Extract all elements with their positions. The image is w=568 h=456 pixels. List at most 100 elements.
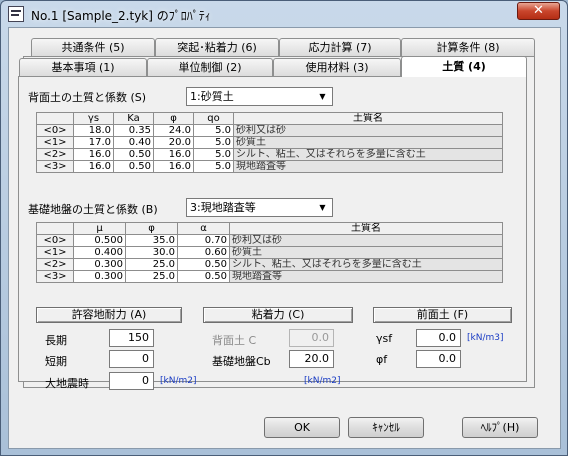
foundation-adhesion-input[interactable]: 20.0 [289, 350, 334, 368]
table-cell[interactable]: 5.0 [193, 136, 234, 149]
tab-common-conditions[interactable]: 共通条件 (5) [31, 38, 155, 56]
tab-calculation-conditions[interactable]: 計算条件 (8) [401, 38, 535, 56]
table-cell[interactable]: 16.0 [153, 148, 194, 161]
document-icon [8, 6, 24, 22]
table-cell[interactable]: 0.50 [113, 148, 154, 161]
table-cell[interactable]: 0.70 [177, 234, 230, 247]
table-cell[interactable]: 20.0 [153, 136, 194, 149]
chevron-down-icon: ▼ [319, 203, 326, 212]
help-button[interactable]: ﾍﾙﾌﾟ(H) [462, 417, 538, 438]
table-cell[interactable]: 5.0 [193, 124, 234, 137]
foundation-adhesion-label: 基礎地盤Cb [212, 355, 271, 368]
column-header: φ [125, 222, 178, 235]
soil-name-cell[interactable]: 砂質土 [233, 136, 503, 149]
properties-window: No.1 [Sample_2.tyk] のﾌﾟﾛﾊﾟﾃｨ ✕ 共通条件 (5) … [0, 0, 568, 456]
table-cell[interactable]: 16.0 [73, 160, 114, 173]
column-header: μ [73, 222, 126, 235]
front-soil-gamma-input[interactable]: 0.0 [416, 329, 461, 347]
row-header[interactable]: <2> [36, 258, 74, 271]
table-cell[interactable]: 0.500 [73, 234, 126, 247]
short-term-label: 短期 [45, 355, 67, 368]
table-cell[interactable]: 0.400 [73, 246, 126, 259]
soil-name-cell[interactable]: 砂質土 [229, 246, 503, 259]
row-header[interactable]: <1> [36, 136, 74, 149]
back-adhesion-label: 背面土 C [212, 334, 257, 347]
table-cell[interactable]: 16.0 [73, 148, 114, 161]
major-earthquake-input[interactable]: 0 [109, 372, 154, 390]
row-header[interactable]: <3> [36, 160, 74, 173]
table-cell[interactable]: 30.0 [125, 246, 178, 259]
tab-basic-items[interactable]: 基本事項 (1) [19, 58, 147, 76]
soil-name-cell[interactable]: 砂利又は砂 [229, 234, 503, 247]
table-cell[interactable]: 0.300 [73, 270, 126, 283]
row-header[interactable]: <0> [36, 124, 74, 137]
tab-soil[interactable]: 土質 (4) [401, 56, 527, 77]
row-header[interactable]: <1> [36, 246, 74, 259]
cancel-button[interactable]: ｷｬﾝｾﾙ [348, 417, 424, 438]
row-header[interactable]: <2> [36, 148, 74, 161]
table-cell[interactable]: 0.50 [177, 258, 230, 271]
foundation-soil-select-value: 3:現地踏査等 [190, 201, 256, 214]
soil-name-cell[interactable]: 現地踏査等 [229, 270, 503, 283]
row-header[interactable]: <3> [36, 270, 74, 283]
foundation-soil-table: μ φ α 土質名 <0> 0.500 35.0 0.70 砂利又は砂 <1> … [36, 222, 503, 283]
tab-stress-calculation[interactable]: 応力計算 (7) [279, 38, 401, 56]
table-cell[interactable]: 0.40 [113, 136, 154, 149]
table-row[interactable]: <1> 17.0 0.40 20.0 5.0 砂質土 [36, 136, 503, 149]
soil-name-cell[interactable]: シルト、粘土、又はそれらを多量に含む土 [233, 148, 503, 161]
back-soil-label: 背面土の土質と係数 (S) [28, 91, 147, 104]
row-header[interactable]: <0> [36, 234, 74, 247]
front-soil-header: 前面土 (F) [373, 307, 512, 323]
tab-protrusion-adhesion[interactable]: 突起･粘着力 (6) [155, 38, 279, 56]
back-soil-select[interactable]: 1:砂質土 ▼ [186, 87, 333, 106]
table-row[interactable]: <1> 0.400 30.0 0.60 砂質土 [36, 246, 503, 259]
table-row[interactable]: <2> 0.300 25.0 0.50 シルト、粘土、又はそれらを多量に含む土 [36, 258, 503, 271]
table-cell[interactable]: 17.0 [73, 136, 114, 149]
dialog-client: 共通条件 (5) 突起･粘着力 (6) 応力計算 (7) 計算条件 (8) 基本… [8, 27, 561, 449]
close-button[interactable]: ✕ [517, 2, 560, 20]
adhesion-unit: [kN/m2] [304, 376, 341, 386]
table-cell[interactable]: 0.300 [73, 258, 126, 271]
front-soil-phi-input[interactable]: 0.0 [416, 350, 461, 368]
bearing-capacity-header: 許容地耐力 (A) [36, 307, 182, 323]
soil-tab-panel: 背面土の土質と係数 (S) 1:砂質土 ▼ γs Ka φ qo 土質名 <0>… [18, 76, 527, 390]
column-header: γs [73, 112, 114, 125]
table-header-row: γs Ka φ qo 土質名 [36, 112, 503, 125]
title-bar[interactable]: No.1 [Sample_2.tyk] のﾌﾟﾛﾊﾟﾃｨ ✕ [1, 1, 567, 27]
tab-unit-control[interactable]: 単位制御 (2) [147, 58, 273, 76]
table-cell[interactable]: 18.0 [73, 124, 114, 137]
short-term-input[interactable]: 0 [109, 350, 154, 368]
table-cell[interactable]: 25.0 [125, 258, 178, 271]
table-cell[interactable]: 5.0 [193, 148, 234, 161]
table-cell[interactable]: 0.60 [177, 246, 230, 259]
soil-name-cell[interactable]: 現地踏査等 [233, 160, 503, 173]
foundation-soil-select[interactable]: 3:現地踏査等 ▼ [186, 198, 333, 217]
long-term-input[interactable]: 150 [109, 329, 154, 347]
column-header: qo [193, 112, 234, 125]
ok-button[interactable]: OK [264, 417, 340, 438]
table-cell[interactable]: 0.35 [113, 124, 154, 137]
front-soil-gamma-unit: [kN/m3] [467, 333, 504, 343]
table-row[interactable]: <3> 0.300 25.0 0.50 現地踏査等 [36, 270, 503, 283]
table-row[interactable]: <2> 16.0 0.50 16.0 5.0 シルト、粘土、又はそれらを多量に含… [36, 148, 503, 161]
column-header: φ [153, 112, 194, 125]
column-header: Ka [113, 112, 154, 125]
table-row[interactable]: <0> 0.500 35.0 0.70 砂利又は砂 [36, 234, 503, 247]
column-header: α [177, 222, 230, 235]
table-corner [36, 112, 74, 125]
soil-name-cell[interactable]: シルト、粘土、又はそれらを多量に含む土 [229, 258, 503, 271]
back-soil-select-value: 1:砂質土 [190, 90, 234, 103]
table-cell[interactable]: 16.0 [153, 160, 194, 173]
tab-materials[interactable]: 使用材料 (3) [273, 58, 401, 76]
soil-name-cell[interactable]: 砂利又は砂 [233, 124, 503, 137]
foundation-soil-label: 基礎地盤の土質と係数 (B) [28, 203, 158, 216]
table-row[interactable]: <3> 16.0 0.50 16.0 5.0 現地踏査等 [36, 160, 503, 173]
table-cell[interactable]: 0.50 [113, 160, 154, 173]
table-cell[interactable]: 35.0 [125, 234, 178, 247]
table-cell[interactable]: 25.0 [125, 270, 178, 283]
front-soil-phi-label: φf [376, 353, 388, 366]
table-cell[interactable]: 5.0 [193, 160, 234, 173]
table-cell[interactable]: 0.50 [177, 270, 230, 283]
table-row[interactable]: <0> 18.0 0.35 24.0 5.0 砂利又は砂 [36, 124, 503, 137]
table-cell[interactable]: 24.0 [153, 124, 194, 137]
